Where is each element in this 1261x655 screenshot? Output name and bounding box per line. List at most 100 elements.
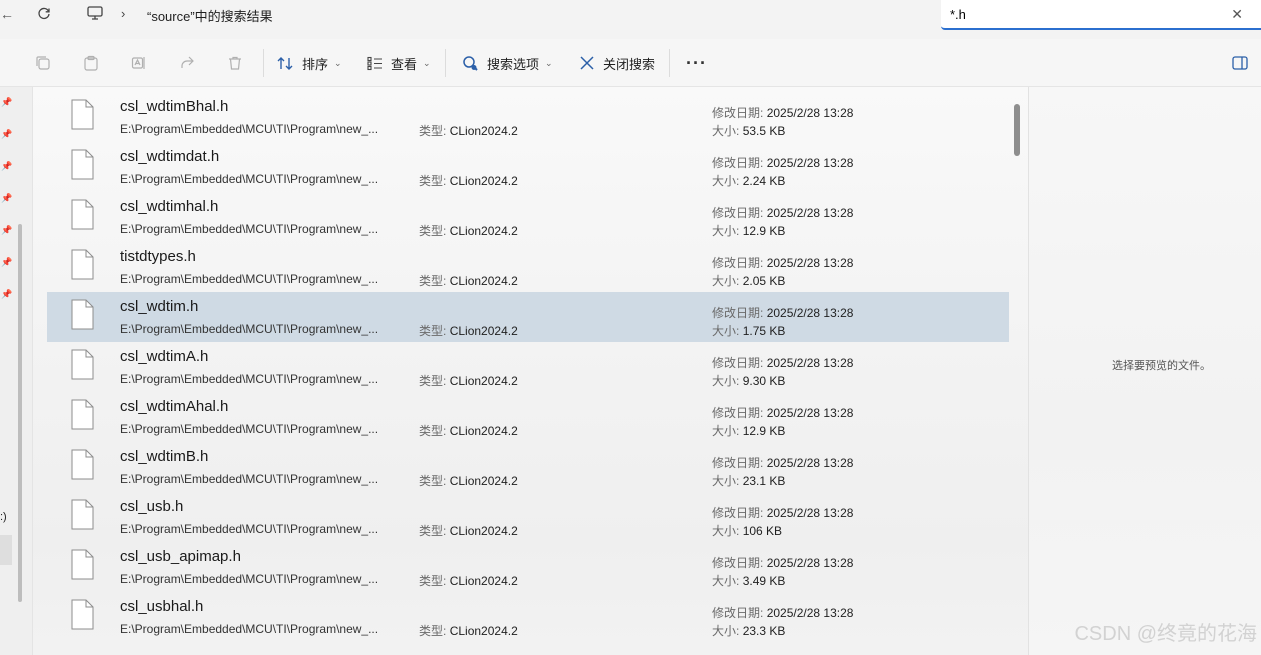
file-name[interactable]: csl_wdtimBhal.h bbox=[120, 98, 228, 115]
file-size: 大小: 23.3 KB bbox=[712, 622, 785, 639]
clear-search-icon[interactable]: ✕ bbox=[1231, 6, 1243, 23]
pin-icon: 📌 bbox=[1, 161, 13, 171]
modified-value: 2025/2/28 13:28 bbox=[766, 306, 854, 320]
nav-scrollbar[interactable] bbox=[18, 224, 22, 602]
breadcrumb-title[interactable]: “source”中的搜索结果 bbox=[147, 6, 273, 25]
file-modified: 修改日期: 2025/2/28 13:28 bbox=[712, 254, 853, 271]
modified-value: 2025/2/28 13:28 bbox=[766, 456, 854, 470]
type-value: CLion2024.2 bbox=[449, 374, 518, 388]
back-arrow-icon[interactable]: ← bbox=[0, 7, 14, 21]
file-type: 类型: CLion2024.2 bbox=[419, 222, 518, 239]
file-icon bbox=[71, 499, 94, 530]
chevron-down-icon: ⌄ bbox=[545, 57, 553, 68]
file-row[interactable]: csl_wdtimAhal.h E:\Program\Embedded\MCU\T… bbox=[47, 392, 1009, 442]
this-pc-icon[interactable] bbox=[87, 6, 103, 23]
file-size: 大小: 53.5 KB bbox=[712, 122, 785, 139]
file-row[interactable]: csl_wdtimA.h E:\Program\Embedded\MCU\TI\P… bbox=[47, 342, 1009, 392]
file-icon bbox=[71, 149, 94, 180]
modified-label: 修改日期: bbox=[712, 456, 764, 470]
file-modified: 修改日期: 2025/2/28 13:28 bbox=[712, 604, 853, 621]
nav-item-fragment[interactable]: :) bbox=[0, 511, 7, 523]
file-size: 大小: 12.9 KB bbox=[712, 422, 785, 439]
file-row[interactable]: csl_wdtimBhal.h E:\Program\Embedded\MCU\T… bbox=[47, 92, 1009, 142]
share-icon[interactable] bbox=[179, 55, 195, 71]
file-name[interactable]: csl_usb_apimap.h bbox=[120, 548, 241, 565]
file-name[interactable]: csl_wdtimhal.h bbox=[120, 198, 218, 215]
results-scrollbar[interactable] bbox=[1014, 104, 1020, 156]
type-label: 类型: bbox=[419, 574, 447, 588]
refresh-icon[interactable] bbox=[37, 7, 51, 23]
file-name[interactable]: csl_wdtimdat.h bbox=[120, 148, 219, 165]
file-type: 类型: CLion2024.2 bbox=[419, 322, 518, 339]
size-label: 大小: bbox=[712, 624, 740, 638]
file-name[interactable]: csl_wdtimB.h bbox=[120, 448, 208, 465]
paste-icon[interactable] bbox=[83, 55, 99, 71]
size-value: 12.9 KB bbox=[742, 424, 786, 438]
file-row[interactable]: csl_usb.h E:\Program\Embedded\MCU\TI\Prog… bbox=[47, 492, 1009, 542]
size-value: 3.49 KB bbox=[742, 574, 786, 588]
sort-button[interactable]: 排序 ⌄ bbox=[277, 51, 342, 75]
file-modified: 修改日期: 2025/2/28 13:28 bbox=[712, 554, 853, 571]
file-type: 类型: CLion2024.2 bbox=[419, 472, 518, 489]
modified-value: 2025/2/28 13:28 bbox=[766, 156, 854, 170]
type-value: CLion2024.2 bbox=[449, 424, 518, 438]
search-options-button[interactable]: 搜索选项 ⌄ bbox=[462, 51, 553, 75]
file-row[interactable]: csl_usb_apimap.h E:\Program\Embedded\MCU\… bbox=[47, 542, 1009, 592]
size-value: 23.1 KB bbox=[742, 474, 786, 488]
search-box[interactable]: ✕ bbox=[941, 0, 1261, 30]
type-value: CLion2024.2 bbox=[449, 474, 518, 488]
size-value: 12.9 KB bbox=[742, 224, 786, 238]
file-name[interactable]: csl_wdtim.h bbox=[120, 298, 198, 315]
file-row[interactable]: csl_wdtimdat.h E:\Program\Embedded\MCU\TI… bbox=[47, 142, 1009, 192]
size-label: 大小: bbox=[712, 324, 740, 338]
file-name[interactable]: csl_usb.h bbox=[120, 498, 183, 515]
view-button[interactable]: 查看 ⌄ bbox=[367, 51, 431, 75]
file-name[interactable]: csl_wdtimA.h bbox=[120, 348, 208, 365]
size-label: 大小: bbox=[712, 174, 740, 188]
file-row[interactable]: csl_usbhal.h E:\Program\Embedded\MCU\TI\P… bbox=[47, 592, 1009, 642]
modified-value: 2025/2/28 13:28 bbox=[766, 206, 854, 220]
search-options-label: 搜索选项 bbox=[487, 56, 540, 72]
view-label: 查看 bbox=[391, 56, 418, 72]
type-value: CLion2024.2 bbox=[449, 174, 518, 188]
modified-value: 2025/2/28 13:28 bbox=[766, 556, 854, 570]
modified-label: 修改日期: bbox=[712, 156, 764, 170]
preview-message: 选择要预览的文件。 bbox=[1112, 360, 1211, 372]
delete-icon[interactable] bbox=[227, 55, 243, 71]
file-icon bbox=[71, 549, 94, 580]
copy-icon[interactable] bbox=[35, 55, 51, 71]
breadcrumb-chevron-icon[interactable]: › bbox=[121, 7, 125, 21]
preview-pane-icon[interactable] bbox=[1232, 56, 1248, 75]
file-name[interactable]: csl_wdtimAhal.h bbox=[120, 398, 228, 415]
close-search-button[interactable]: 关闭搜索 bbox=[579, 51, 655, 75]
file-modified: 修改日期: 2025/2/28 13:28 bbox=[712, 154, 853, 171]
more-options-icon[interactable]: ··· bbox=[686, 53, 707, 74]
rename-icon[interactable] bbox=[131, 55, 147, 71]
size-label: 大小: bbox=[712, 274, 740, 288]
file-row[interactable]: csl_wdtimB.h E:\Program\Embedded\MCU\TI\P… bbox=[47, 442, 1009, 492]
file-path: E:\Program\Embedded\MCU\TI\Program\new_.… bbox=[120, 522, 379, 536]
pin-icon: 📌 bbox=[1, 97, 13, 107]
type-value: CLion2024.2 bbox=[449, 324, 518, 338]
nav-item-selected[interactable] bbox=[0, 535, 12, 565]
modified-label: 修改日期: bbox=[712, 406, 764, 420]
file-name[interactable]: csl_usbhal.h bbox=[120, 598, 203, 615]
file-row[interactable]: tistdtypes.h E:\Program\Embedded\MCU\TI\P… bbox=[47, 242, 1009, 292]
file-row[interactable]: csl_wdtim.h E:\Program\Embedded\MCU\TI\Pr… bbox=[47, 292, 1009, 342]
type-label: 类型: bbox=[419, 474, 447, 488]
file-type: 类型: CLion2024.2 bbox=[419, 522, 518, 539]
search-options-icon bbox=[463, 55, 478, 71]
view-list-icon bbox=[367, 56, 382, 70]
size-value: 2.05 KB bbox=[742, 274, 786, 288]
search-input[interactable] bbox=[950, 5, 1200, 23]
file-name[interactable]: tistdtypes.h bbox=[120, 248, 196, 265]
file-size: 大小: 1.75 KB bbox=[712, 322, 785, 339]
type-value: CLion2024.2 bbox=[449, 224, 518, 238]
file-size: 大小: 9.30 KB bbox=[712, 372, 785, 389]
file-row[interactable]: csl_wdtimhal.h E:\Program\Embedded\MCU\TI… bbox=[47, 192, 1009, 242]
size-label: 大小: bbox=[712, 124, 740, 138]
file-icon bbox=[71, 349, 94, 380]
file-path: E:\Program\Embedded\MCU\TI\Program\new_.… bbox=[120, 322, 379, 336]
type-label: 类型: bbox=[419, 324, 447, 338]
pin-icon: 📌 bbox=[1, 129, 13, 139]
